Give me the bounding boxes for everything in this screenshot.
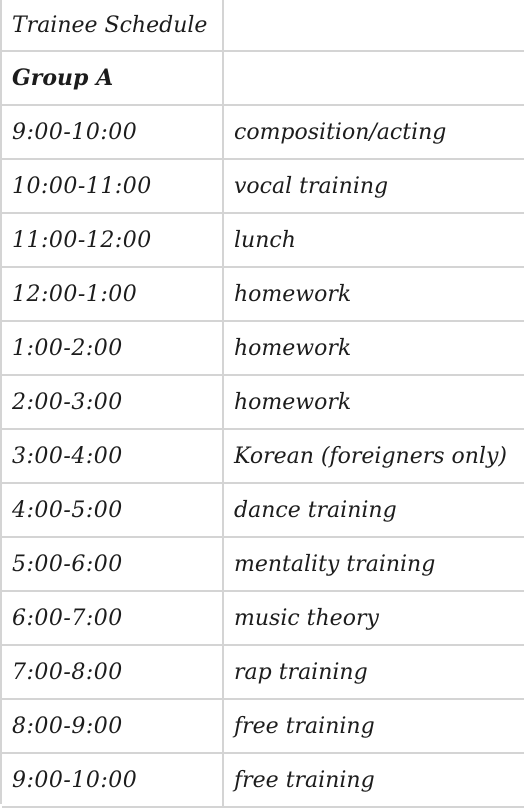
group-row: Group A	[2, 50, 524, 106]
schedule-title[interactable]: Trainee Schedule	[2, 0, 224, 52]
activity-cell[interactable]: homework	[223, 374, 524, 430]
activity-cell[interactable]: homework	[223, 266, 524, 322]
activity-cell[interactable]: free training	[223, 752, 524, 808]
activity-cell[interactable]: mentality training	[223, 536, 524, 592]
schedule-row: 6:00-7:00 music theory	[2, 590, 524, 646]
schedule-row: 11:00-12:00 lunch	[2, 212, 524, 268]
activity-cell[interactable]: composition/acting	[223, 104, 524, 160]
activity-cell[interactable]: homework	[223, 320, 524, 376]
time-cell[interactable]: 8:00-9:00	[2, 698, 224, 754]
schedule-row: 5:00-6:00 mentality training	[2, 536, 524, 592]
time-cell[interactable]: 2:00-3:00	[2, 374, 224, 430]
time-cell[interactable]: 7:00-8:00	[2, 644, 224, 700]
time-cell[interactable]: 11:00-12:00	[2, 212, 224, 268]
activity-cell[interactable]: music theory	[223, 590, 524, 646]
activity-cell[interactable]: rap training	[223, 644, 524, 700]
time-cell[interactable]: 5:00-6:00	[2, 536, 224, 592]
schedule-row: 3:00-4:00 Korean (foreigners only)	[2, 428, 524, 484]
activity-cell[interactable]: Korean (foreigners only)	[223, 428, 524, 484]
schedule-row: 12:00-1:00 homework	[2, 266, 524, 322]
time-cell[interactable]: 9:00-10:00	[2, 752, 224, 808]
group-label[interactable]: Group A	[2, 50, 224, 106]
time-cell[interactable]: 4:00-5:00	[2, 482, 224, 538]
schedule-row: 9:00-10:00 composition/acting	[2, 104, 524, 160]
time-cell[interactable]: 3:00-4:00	[2, 428, 224, 484]
schedule-row: 8:00-9:00 free training	[2, 698, 524, 754]
activity-cell[interactable]: dance training	[223, 482, 524, 538]
time-cell[interactable]: 10:00-11:00	[2, 158, 224, 214]
schedule-row: 10:00-11:00 vocal training	[2, 158, 524, 214]
schedule-row: 4:00-5:00 dance training	[2, 482, 524, 538]
time-cell[interactable]: 6:00-7:00	[2, 590, 224, 646]
empty-cell[interactable]	[223, 50, 524, 106]
empty-cell[interactable]	[223, 0, 524, 52]
schedule-table: Trainee Schedule Group A 9:00-10:00 compo…	[2, 0, 524, 808]
time-cell[interactable]: 1:00-2:00	[2, 320, 224, 376]
activity-cell[interactable]: lunch	[223, 212, 524, 268]
time-cell[interactable]: 12:00-1:00	[2, 266, 224, 322]
schedule-row: 9:00-10:00 free training	[2, 752, 524, 808]
time-cell[interactable]: 9:00-10:00	[2, 104, 224, 160]
activity-cell[interactable]: vocal training	[223, 158, 524, 214]
schedule-row: 2:00-3:00 homework	[2, 374, 524, 430]
schedule-row: 7:00-8:00 rap training	[2, 644, 524, 700]
activity-cell[interactable]: free training	[223, 698, 524, 754]
schedule-row: 1:00-2:00 homework	[2, 320, 524, 376]
title-row: Trainee Schedule	[2, 0, 524, 52]
schedule-sheet: Trainee Schedule Group A 9:00-10:00 compo…	[0, 0, 524, 808]
